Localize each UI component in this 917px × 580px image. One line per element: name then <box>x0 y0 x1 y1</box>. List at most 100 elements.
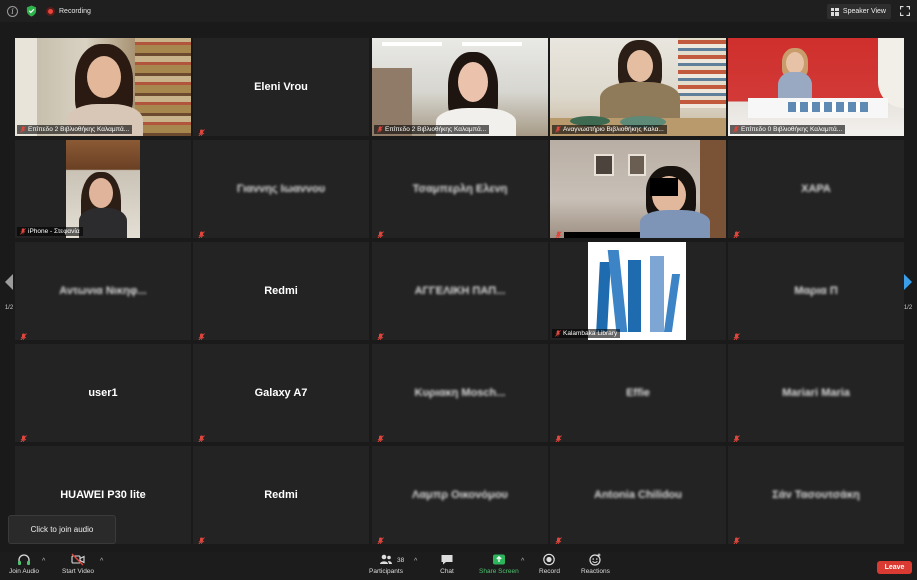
participants-count: 38 <box>397 557 405 564</box>
participant-name: ΑΓΓΕΛΙΚΗ ΠΑΠ... <box>414 285 506 297</box>
participant-tile-r2c2[interactable]: Γιαννης Ιωαννου <box>193 140 369 238</box>
participant-tile-r5c4[interactable]: Antonia Chilidou <box>550 446 726 544</box>
record-button[interactable]: Record <box>539 553 560 575</box>
participant-tile-r5c2[interactable]: Redmi <box>193 446 369 544</box>
muted-mic-icon <box>198 532 205 544</box>
video-feed <box>728 38 904 136</box>
audio-options-caret[interactable]: ^ <box>42 558 45 565</box>
video-feed <box>550 242 726 340</box>
join-audio-label: Join Audio <box>9 568 39 575</box>
participant-tile-r1c2[interactable]: Eleni Vrou <box>193 38 369 136</box>
reactions-button[interactable]: Reactions <box>581 553 610 575</box>
reactions-label: Reactions <box>581 568 610 575</box>
participant-tile-r3c2[interactable]: Redmi <box>193 242 369 340</box>
muted-mic-icon <box>733 126 739 133</box>
muted-mic-icon <box>20 430 27 442</box>
participant-name: Eleni Vrou <box>254 81 308 93</box>
chat-button[interactable]: Chat <box>440 553 454 575</box>
participant-name: Antonia Chilidou <box>594 489 682 501</box>
participant-tile-r2c5[interactable]: ΧΑΡΑ <box>728 140 904 238</box>
participant-name: Αντωνια Νικηφ... <box>59 285 147 297</box>
participant-tile-r3c1[interactable]: Αντωνια Νικηφ... <box>15 242 191 340</box>
video-feed <box>15 140 191 238</box>
participant-caption: Επίπεδο 0 Βιβλιοθήκης Καλαμπά... <box>730 125 846 134</box>
muted-mic-icon <box>733 226 740 238</box>
participant-name: Λαμπρ Οικονόμου <box>412 489 508 501</box>
muted-mic-icon <box>20 126 26 133</box>
participant-name: Τσαμπερλη Ελενη <box>412 183 508 195</box>
muted-mic-icon <box>198 430 205 442</box>
chat-label: Chat <box>440 568 454 575</box>
participant-name: Επίπεδο 2 Βιβλιοθήκης Καλαμπά... <box>385 126 487 133</box>
muted-mic-icon <box>377 226 384 238</box>
top-bar: i Recording Speaker View <box>0 0 917 22</box>
shield-icon[interactable] <box>26 5 37 17</box>
muted-mic-icon <box>377 532 384 544</box>
participant-tile-r5c3[interactable]: Λαμπρ Οικονόμου <box>372 446 548 544</box>
muted-mic-icon <box>20 228 26 235</box>
participant-tile-r1c1[interactable]: Επίπεδο 2 Βιβλιοθήκης Καλαμπά... <box>15 38 191 136</box>
fullscreen-icon[interactable] <box>900 6 910 16</box>
leave-button[interactable]: Leave <box>877 561 912 574</box>
headphones-icon <box>18 554 30 565</box>
participant-name: Μαρια Π <box>794 285 838 297</box>
participant-name: Αναγνωστήριο Βιβλιοθήκης Καλα... <box>563 126 664 133</box>
participant-caption: Επίπεδο 2 Βιβλιοθήκης Καλαμπά... <box>17 125 133 134</box>
participant-name: Κυριακη Mosch... <box>414 387 506 399</box>
participant-tile-r5c5[interactable]: Σάν Τασουτσάκη <box>728 446 904 544</box>
participant-name: Redmi <box>264 285 298 297</box>
grid-icon <box>830 7 839 16</box>
video-feed <box>550 140 726 238</box>
muted-mic-icon <box>198 124 205 136</box>
record-icon <box>543 553 556 566</box>
record-label: Record <box>539 568 560 575</box>
participant-caption: Αναγνωστήριο Βιβλιοθήκης Καλα... <box>552 125 667 134</box>
participant-tile-r4c3[interactable]: Κυριακη Mosch... <box>372 344 548 442</box>
participant-caption: iPhone - Στεφανία <box>17 227 83 236</box>
participants-label: Participants <box>369 568 403 575</box>
participant-tile-r2c4[interactable] <box>550 140 726 238</box>
speaker-view-label: Speaker View <box>842 8 886 15</box>
speaker-view-button[interactable]: Speaker View <box>826 4 891 19</box>
participant-name: Επίπεδο 2 Βιβλιοθήκης Καλαμπά... <box>28 126 130 133</box>
participant-tile-r2c3[interactable]: Τσαμπερλη Ελενη <box>372 140 548 238</box>
info-icon[interactable]: i <box>7 5 18 17</box>
page-indicator-left: 1/2 <box>4 305 14 311</box>
share-screen-label: Share Screen <box>479 568 519 575</box>
participant-tile-r4c2[interactable]: Galaxy A7 <box>193 344 369 442</box>
participant-name: Γιαννης Ιωαννου <box>236 183 326 195</box>
muted-mic-icon <box>555 430 562 442</box>
video-options-caret[interactable]: ^ <box>100 558 103 565</box>
participant-tile-r3c4[interactable]: Kalambaka Library <box>550 242 726 340</box>
participant-tile-r1c3[interactable]: Επίπεδο 2 Βιβλιοθήκης Καλαμπά... <box>372 38 548 136</box>
join-audio-button[interactable]: Join Audio <box>9 553 39 575</box>
participant-caption: Επίπεδο 2 Βιβλιοθήκης Καλαμπά... <box>374 125 490 134</box>
share-screen-icon <box>492 554 505 565</box>
participant-tile-r3c5[interactable]: Μαρια Π <box>728 242 904 340</box>
participant-caption: Kalambaka Library <box>552 329 621 338</box>
share-screen-button[interactable]: Share Screen <box>479 553 519 575</box>
participants-options-caret[interactable]: ^ <box>414 558 417 565</box>
participant-name: Σάν Τασουτσάκη <box>772 489 860 501</box>
muted-mic-icon <box>377 328 384 340</box>
chat-icon <box>441 555 453 565</box>
recording-icon <box>46 6 55 16</box>
participant-tile-r3c3[interactable]: ΑΓΓΕΛΙΚΗ ΠΑΠ... <box>372 242 548 340</box>
participant-tile-r4c5[interactable]: Mariari Maria <box>728 344 904 442</box>
participant-name: Mariari Maria <box>782 387 850 399</box>
muted-mic-icon <box>555 532 562 544</box>
participant-tile-r1c5[interactable]: Επίπεδο 0 Βιβλιοθήκης Καλαμπά... <box>728 38 904 136</box>
participant-tile-r1c4[interactable]: Αναγνωστήριο Βιβλιοθήκης Καλα... <box>550 38 726 136</box>
participant-tile-r2c1[interactable]: iPhone - Στεφανία <box>15 140 191 238</box>
participant-tile-r4c1[interactable]: user1 <box>15 344 191 442</box>
start-video-button[interactable]: Start Video <box>62 553 94 575</box>
previous-page-button[interactable]: 1/2 <box>0 265 18 317</box>
share-options-caret[interactable]: ^ <box>521 558 524 565</box>
participants-icon <box>379 554 392 564</box>
video-feed <box>550 38 726 136</box>
muted-mic-icon <box>377 430 384 442</box>
video-feed <box>15 38 191 136</box>
participant-name: Kalambaka Library <box>563 330 618 337</box>
participant-tile-r4c4[interactable]: Effie <box>550 344 726 442</box>
next-page-button[interactable]: 1/2 <box>899 265 917 317</box>
